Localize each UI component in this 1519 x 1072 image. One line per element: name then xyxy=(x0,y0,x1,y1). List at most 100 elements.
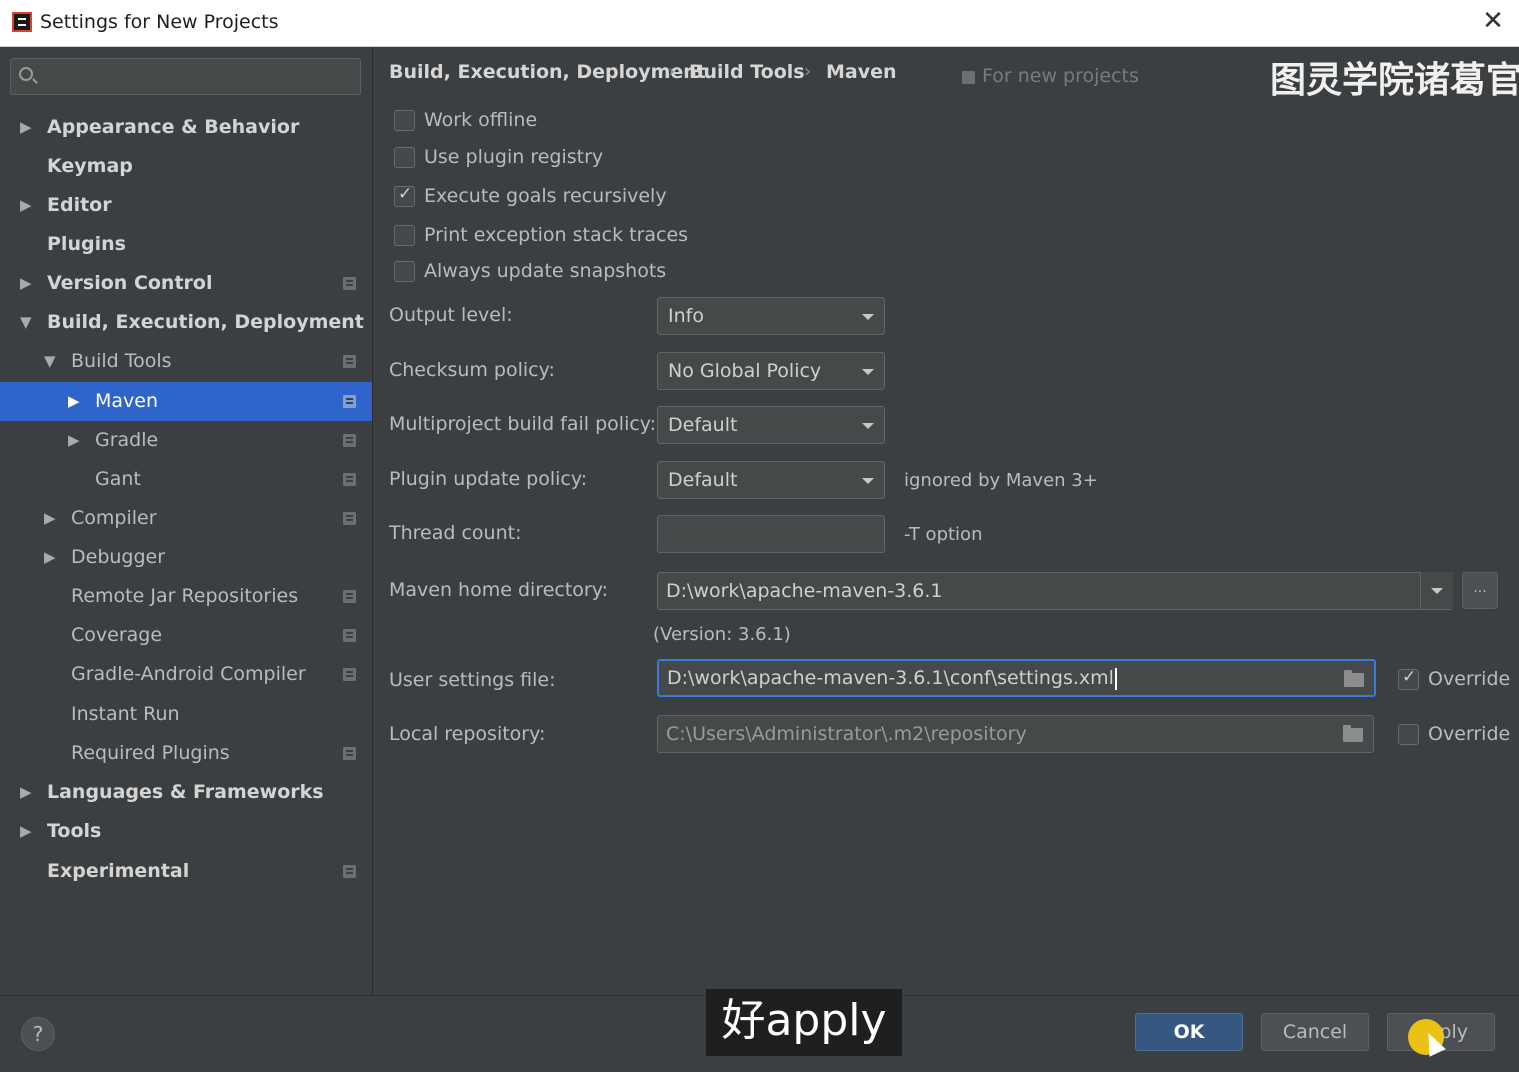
sidebar-item-label: Keymap xyxy=(47,155,133,177)
expand-arrow-icon[interactable]: ▶ xyxy=(68,382,80,421)
sidebar-item-build-execution-deployment[interactable]: ▼ Build, Execution, Deployment xyxy=(0,303,372,342)
work-offline-checkbox[interactable] xyxy=(394,110,415,131)
help-button[interactable]: ? xyxy=(21,1017,55,1051)
project-scope-icon xyxy=(343,277,356,290)
sidebar-item-compiler[interactable]: ▶ Compiler xyxy=(0,499,372,538)
local-repository-override-checkbox[interactable] xyxy=(1398,724,1419,745)
sidebar-item-languages-frameworks[interactable]: ▶ Languages & Frameworks xyxy=(0,773,372,812)
plugin-update-policy-label: Plugin update policy: xyxy=(389,468,588,490)
close-icon[interactable]: ✕ xyxy=(1478,6,1508,36)
sidebar-item-label: Debugger xyxy=(71,546,166,568)
sidebar-item-label: Coverage xyxy=(71,624,163,646)
chevron-down-icon xyxy=(862,423,874,429)
expand-arrow-icon[interactable]: ▶ xyxy=(20,264,32,303)
always-update-snapshots-label: Always update snapshots xyxy=(424,260,667,282)
sidebar-item-gant[interactable]: Gant xyxy=(0,460,372,499)
sidebar-item-gradle[interactable]: ▶ Gradle xyxy=(0,421,372,460)
sidebar-item-label: Editor xyxy=(47,194,112,216)
local-repository-label: Local repository: xyxy=(389,723,546,745)
checksum-policy-label: Checksum policy: xyxy=(389,359,555,381)
sidebar-item-coverage[interactable]: Coverage xyxy=(0,616,372,655)
work-offline-label: Work offline xyxy=(424,109,538,131)
chevron-down-icon xyxy=(1431,588,1443,594)
breadcrumb-build-execution-deployment[interactable]: Build, Execution, Deployment xyxy=(389,61,706,83)
thread-count-label: Thread count: xyxy=(389,522,522,544)
user-settings-override-label: Override xyxy=(1428,668,1511,690)
dialog-footer: ? 好apply OK Cancel ply xyxy=(0,989,1519,1072)
local-repository-input[interactable]: C:\Users\Administrator\.m2\repository xyxy=(657,715,1374,753)
sidebar-item-instant-run[interactable]: Instant Run xyxy=(0,695,372,734)
chevron-down-icon xyxy=(862,314,874,320)
plugin-update-policy-select[interactable]: Default xyxy=(657,461,885,499)
expand-arrow-icon[interactable]: ▶ xyxy=(44,499,56,538)
sidebar-item-label: Languages & Frameworks xyxy=(47,781,324,803)
multiproject-fail-policy-select[interactable]: Default xyxy=(657,406,885,444)
sidebar-item-experimental[interactable]: Experimental xyxy=(0,852,372,891)
collapse-arrow-icon[interactable]: ▼ xyxy=(20,303,32,342)
multiproject-fail-policy-label: Multiproject build fail policy: xyxy=(389,413,657,435)
always-update-snapshots-checkbox[interactable] xyxy=(394,261,415,282)
local-repository-override-label: Override xyxy=(1428,723,1511,745)
collapse-arrow-icon[interactable]: ▼ xyxy=(44,342,56,381)
sidebar-item-editor[interactable]: ▶ Editor xyxy=(0,186,372,225)
sidebar-item-label: Gant xyxy=(95,468,141,490)
project-scope-icon xyxy=(343,473,356,486)
breadcrumb-build-tools[interactable]: Build Tools xyxy=(689,61,805,83)
folder-icon[interactable] xyxy=(1344,670,1364,687)
video-subtitle: 好apply xyxy=(706,989,902,1056)
sidebar-item-plugins[interactable]: Plugins xyxy=(0,225,372,264)
breadcrumb-separator: › xyxy=(804,61,812,82)
execute-goals-recursively-checkbox[interactable] xyxy=(394,184,415,207)
project-scope-icon xyxy=(343,512,356,525)
sidebar-item-build-tools[interactable]: ▼ Build Tools xyxy=(0,342,372,381)
project-scope-icon xyxy=(343,747,356,760)
ok-button[interactable]: OK xyxy=(1135,1013,1243,1051)
output-level-select[interactable]: Info xyxy=(657,297,885,335)
project-scope-icon xyxy=(343,629,356,642)
settings-search-input[interactable] xyxy=(10,58,361,95)
sidebar-item-appearance-behavior[interactable]: ▶ Appearance & Behavior xyxy=(0,108,372,147)
sidebar-item-gradle-android-compiler[interactable]: Gradle-Android Compiler xyxy=(0,655,372,694)
use-plugin-registry-checkbox[interactable] xyxy=(394,147,415,168)
breadcrumb-maven: Maven xyxy=(826,61,897,83)
expand-arrow-icon[interactable]: ▶ xyxy=(20,108,32,147)
expand-arrow-icon[interactable]: ▶ xyxy=(44,538,56,577)
maven-settings-panel: Build, Execution, Deployment › Build Too… xyxy=(374,47,1519,995)
expand-arrow-icon[interactable]: ▶ xyxy=(20,186,32,225)
user-settings-file-input[interactable]: D:\work\apache-maven-3.6.1\conf\settings… xyxy=(657,659,1376,697)
print-exception-stack-traces-checkbox[interactable] xyxy=(394,225,415,246)
settings-sidebar: ▶ Appearance & Behavior Keymap ▶ Editor … xyxy=(0,47,373,995)
maven-home-dropdown-button[interactable] xyxy=(1420,572,1453,609)
plugin-update-policy-hint: ignored by Maven 3+ xyxy=(904,470,1098,491)
cancel-button[interactable]: Cancel xyxy=(1261,1013,1369,1051)
maven-home-browse-button[interactable]: ... xyxy=(1462,572,1498,609)
folder-icon[interactable] xyxy=(1343,725,1363,742)
sidebar-item-tools[interactable]: ▶ Tools xyxy=(0,812,372,851)
expand-arrow-icon[interactable]: ▶ xyxy=(20,773,32,812)
thread-count-input[interactable] xyxy=(657,515,885,553)
sidebar-item-required-plugins[interactable]: Required Plugins xyxy=(0,734,372,773)
chevron-down-icon xyxy=(862,369,874,375)
checksum-policy-select[interactable]: No Global Policy xyxy=(657,352,885,390)
sidebar-item-label: Maven xyxy=(95,390,159,412)
print-exception-stack-traces-label: Print exception stack traces xyxy=(424,224,689,246)
plugin-update-policy-value: Default xyxy=(668,469,738,491)
expand-arrow-icon[interactable]: ▶ xyxy=(20,812,32,851)
checksum-policy-value: No Global Policy xyxy=(668,360,822,382)
sidebar-item-maven[interactable]: ▶ Maven xyxy=(0,382,372,421)
expand-arrow-icon[interactable]: ▶ xyxy=(68,421,80,460)
sidebar-item-remote-jar-repositories[interactable]: Remote Jar Repositories xyxy=(0,577,372,616)
breadcrumb-separator: › xyxy=(668,61,676,82)
user-settings-override-checkbox[interactable] xyxy=(1398,667,1419,690)
text-caret xyxy=(1114,667,1117,690)
sidebar-item-version-control[interactable]: ▶ Version Control xyxy=(0,264,372,303)
sidebar-item-debugger[interactable]: ▶ Debugger xyxy=(0,538,372,577)
project-scope-icon xyxy=(343,434,356,447)
project-scope-icon xyxy=(343,668,356,681)
local-repository-value: C:\Users\Administrator\.m2\repository xyxy=(666,723,1027,745)
sidebar-item-label: Instant Run xyxy=(71,703,180,725)
window-title: Settings for New Projects xyxy=(40,11,279,33)
maven-home-directory-input[interactable]: D:\work\apache-maven-3.6.1 xyxy=(657,572,1453,610)
sidebar-item-label: Gradle xyxy=(95,429,159,451)
sidebar-item-keymap[interactable]: Keymap xyxy=(0,147,372,186)
